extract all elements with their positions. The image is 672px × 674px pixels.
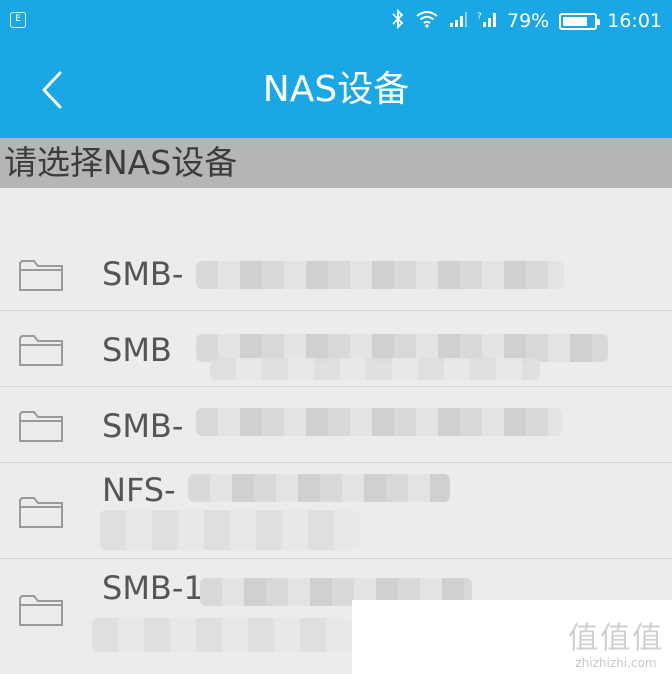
device-row[interactable]: NFS- — [0, 462, 672, 559]
page-title: NAS设备 — [262, 69, 410, 110]
svg-text:?: ? — [477, 12, 482, 22]
redacted-text — [188, 474, 450, 502]
battery-percent: 79% — [507, 10, 550, 32]
folder-icon — [19, 335, 63, 366]
folder-icon — [19, 260, 63, 291]
folder-icon — [19, 595, 63, 626]
device-label: SMB-1 — [102, 569, 204, 607]
redacted-text — [196, 408, 562, 436]
clock: 16:01 — [607, 10, 662, 32]
device-row[interactable]: SMB- — [0, 386, 672, 463]
signal-2-icon: ? — [477, 10, 497, 33]
device-row[interactable]: SMB- — [0, 228, 672, 311]
bluetooth-icon — [391, 8, 405, 34]
section-header: 请选择NAS设备 — [0, 138, 672, 188]
device-label: SMB- — [102, 407, 184, 445]
status-icons: ? 79% 16:01 — [391, 0, 662, 42]
notification-app-icon: E — [10, 12, 26, 28]
device-label: NFS- — [102, 471, 176, 509]
signal-icon — [449, 10, 467, 33]
redacted-text — [100, 510, 360, 550]
wifi-icon — [415, 10, 439, 33]
watermark: 值值值 zhizhizhi.com — [568, 621, 664, 671]
folder-icon — [19, 497, 63, 528]
app-bar: NAS设备 — [0, 42, 672, 138]
redacted-text — [92, 618, 352, 652]
device-label: SMB- — [102, 255, 184, 293]
status-bar: E ? 79% 16:01 — [0, 0, 672, 42]
watermark-logo: 值值值 — [568, 621, 664, 656]
device-row[interactable]: SMB — [0, 310, 672, 387]
folder-icon — [19, 411, 63, 442]
battery-icon — [559, 12, 601, 30]
redacted-text — [196, 261, 564, 289]
watermark-site: zhizhizhi.com — [575, 656, 657, 670]
redacted-text — [210, 358, 540, 380]
device-label: SMB — [102, 331, 172, 369]
